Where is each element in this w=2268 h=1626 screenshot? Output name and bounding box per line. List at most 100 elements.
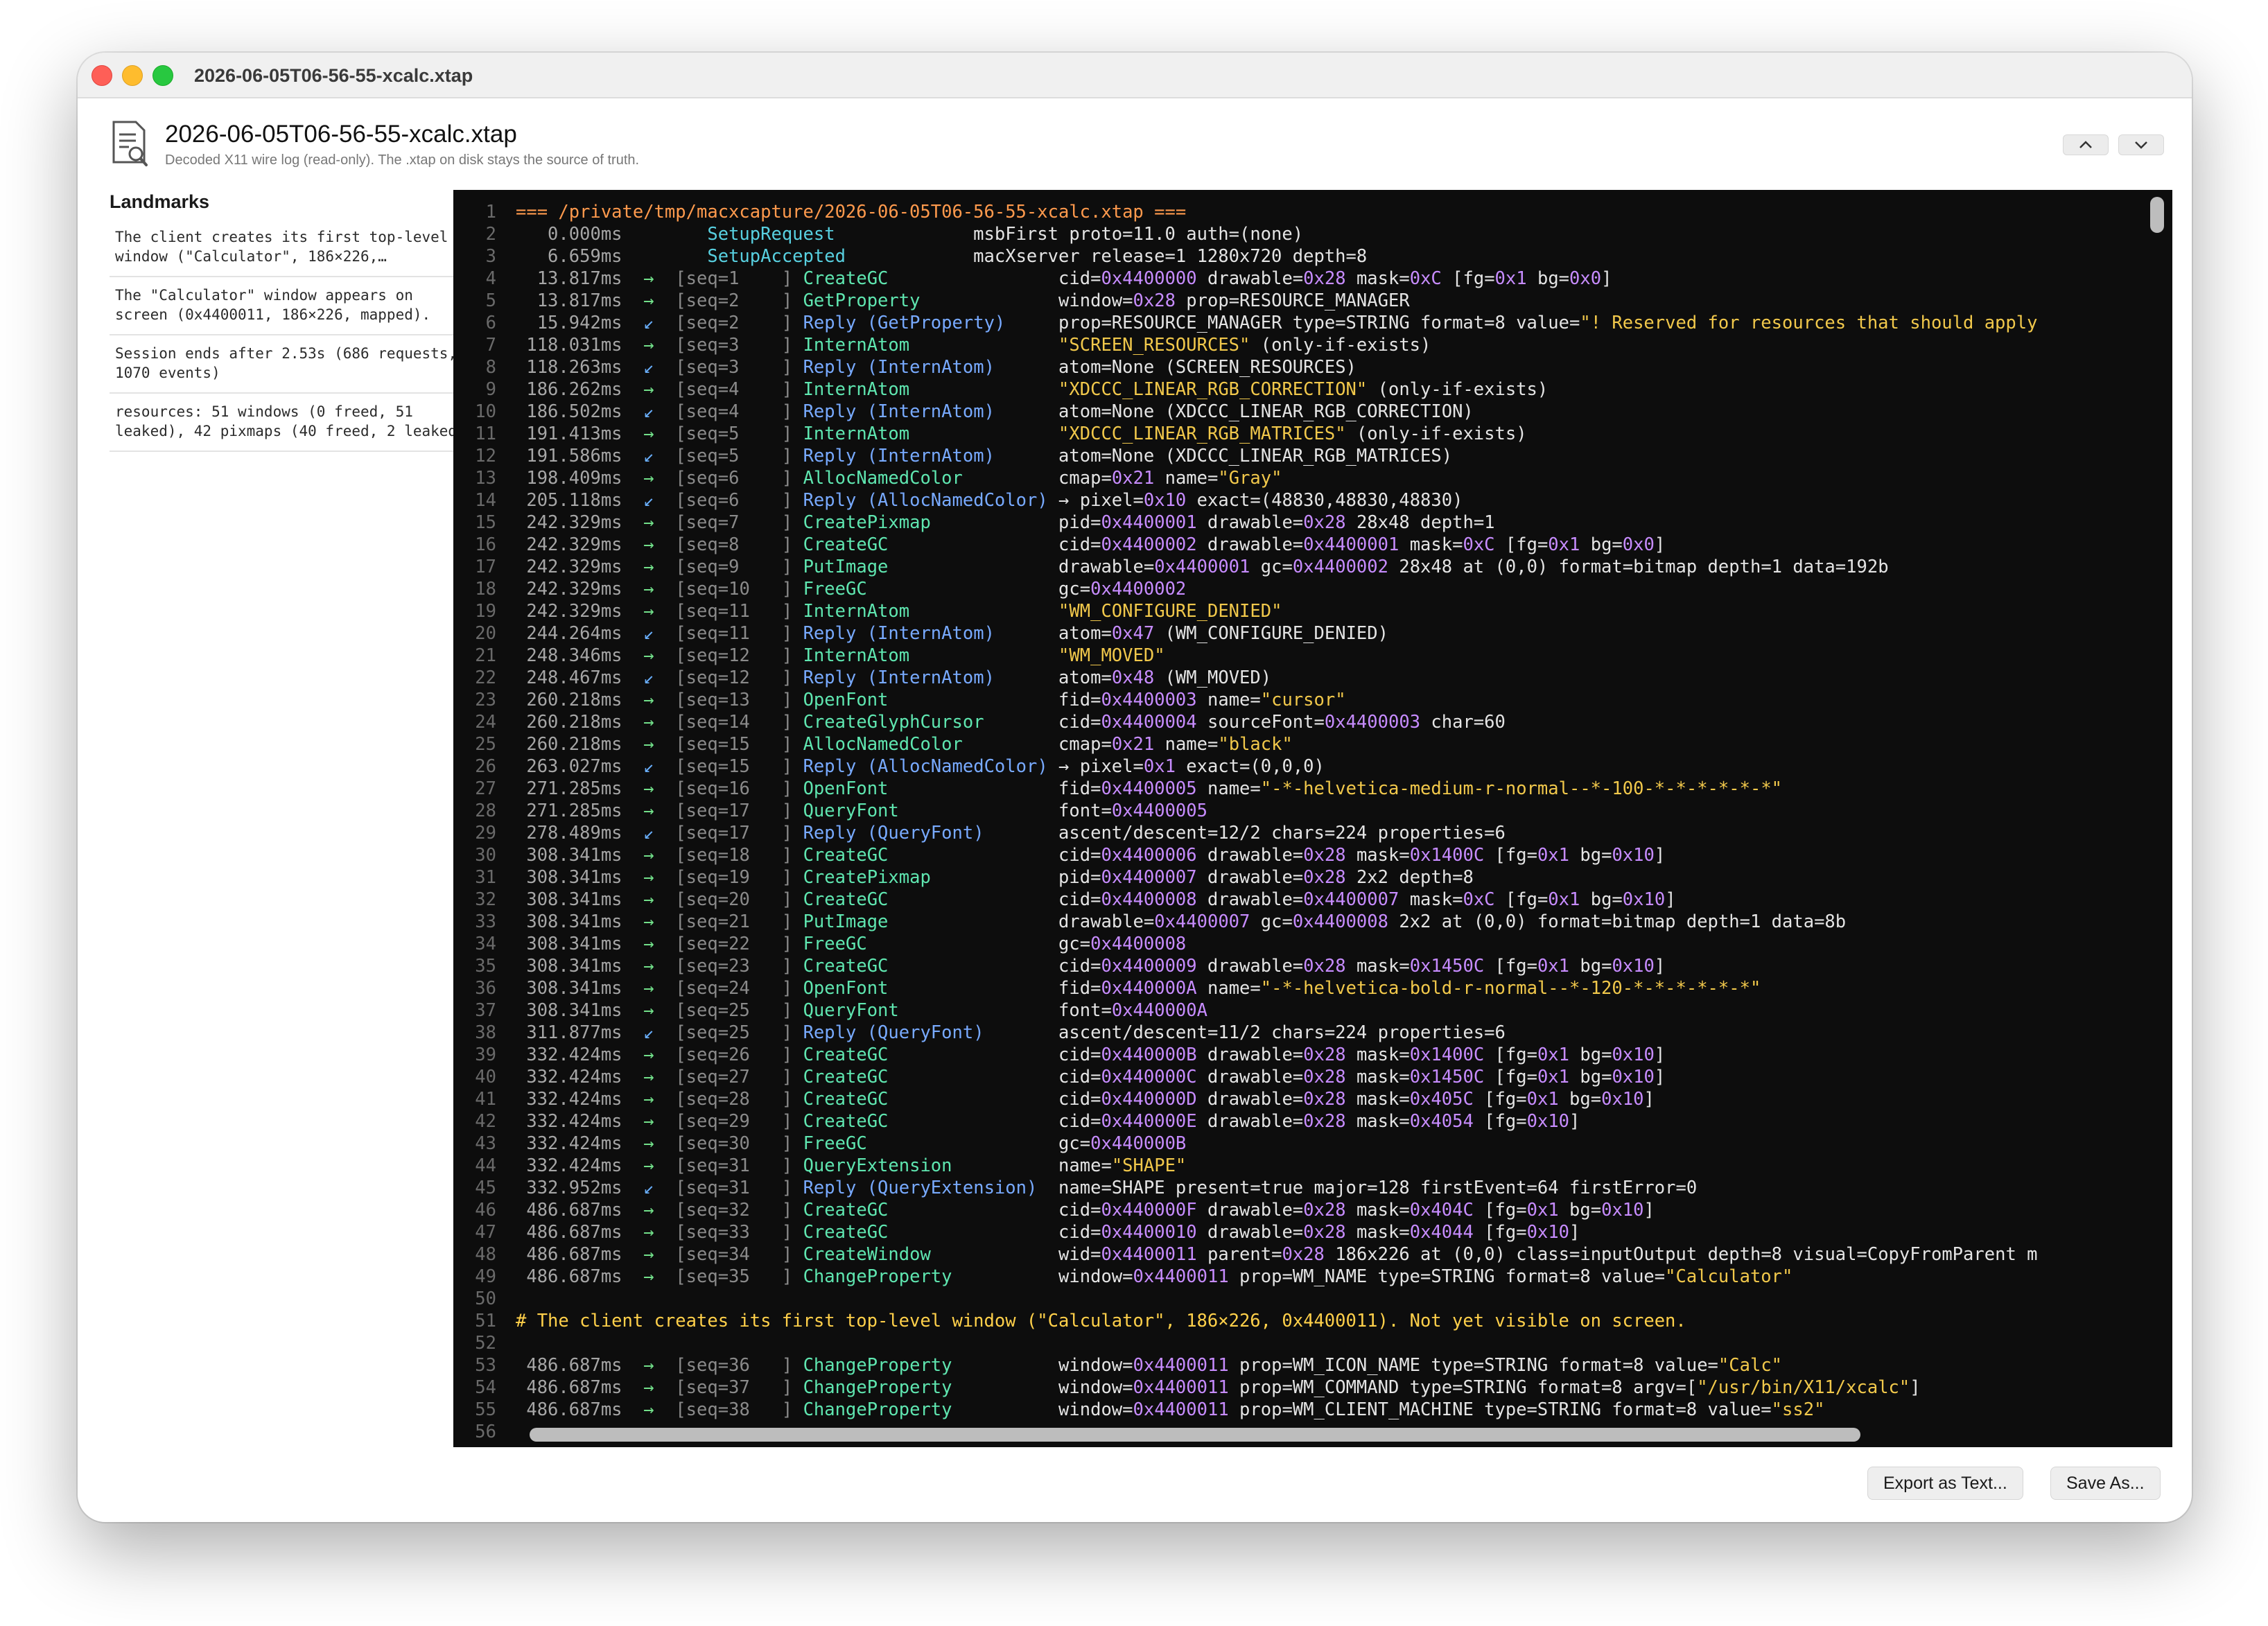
horizontal-scrollbar-track — [530, 1428, 2145, 1442]
log-line[interactable]: 8 118.263ms ↙ [seq=3 ] Reply (InternAtom… — [453, 356, 2145, 378]
log-line[interactable]: 39 332.424ms → [seq=26 ] CreateGC cid=0x… — [453, 1044, 2145, 1066]
log-line[interactable]: 26 263.027ms ↙ [seq=15 ] Reply (AllocNam… — [453, 755, 2145, 778]
log-line[interactable]: 17 242.329ms → [seq=9 ] PutImage drawabl… — [453, 556, 2145, 578]
log-line[interactable]: 11 191.413ms → [seq=5 ] InternAtom "XDCC… — [453, 423, 2145, 445]
previous-landmark-button[interactable] — [2063, 134, 2109, 155]
log-line[interactable]: 33 308.341ms → [seq=21 ] PutImage drawab… — [453, 911, 2145, 933]
log-hex-value: 0x28 — [1303, 268, 1346, 289]
log-line[interactable]: 29 278.489ms ↙ [seq=17 ] Reply (QueryFon… — [453, 822, 2145, 844]
landmark-item[interactable]: Session ends after 2.53s (686 requests, … — [110, 335, 477, 394]
log-line[interactable]: 4 13.817ms → [seq=1 ] CreateGC cid=0x440… — [453, 268, 2145, 290]
log-line[interactable]: 19 242.329ms → [seq=11 ] InternAtom "WM_… — [453, 600, 2145, 622]
line-number: 9 — [485, 379, 496, 400]
log-args: sourceFont= — [1196, 712, 1325, 733]
log-line[interactable]: 10 186.502ms ↙ [seq=4 ] Reply (InternAto… — [453, 401, 2145, 423]
log-hex-value: 0x4400006 — [1101, 845, 1197, 866]
log-line[interactable]: 5 13.817ms → [seq=2 ] GetProperty window… — [453, 290, 2145, 312]
log-view[interactable]: 1 === /private/tmp/macxcapture/2026-06-05… — [453, 190, 2172, 1447]
log-opcode: InternAtom — [803, 379, 1059, 400]
minimize-window-button[interactable] — [122, 65, 143, 86]
log-line[interactable]: 24 260.218ms → [seq=14 ] CreateGlyphCurs… — [453, 711, 2145, 733]
log-line[interactable]: 55 486.687ms → [seq=38 ] ChangeProperty … — [453, 1399, 2145, 1421]
log-line[interactable]: 1 === /private/tmp/macxcapture/2026-06-05… — [453, 201, 2145, 223]
log-line[interactable]: 34 308.341ms → [seq=22 ] FreeGC gc=0x440… — [453, 933, 2145, 955]
log-line[interactable]: 2 0.000ms SetupRequest msbFirst proto=11… — [453, 223, 2145, 245]
log-line[interactable]: 23 260.218ms → [seq=13 ] OpenFont fid=0x… — [453, 689, 2145, 711]
log-line[interactable]: 44 332.424ms → [seq=31 ] QueryExtension … — [453, 1155, 2145, 1177]
log-line[interactable]: 53 486.687ms → [seq=36 ] ChangeProperty … — [453, 1354, 2145, 1376]
log-line[interactable]: 35 308.341ms → [seq=23 ] CreateGC cid=0x… — [453, 955, 2145, 977]
log-line[interactable]: 30 308.341ms → [seq=18 ] CreateGC cid=0x… — [453, 844, 2145, 866]
log-seq: [seq=5 ] — [675, 423, 793, 444]
log-line[interactable]: 49 486.687ms → [seq=35 ] ChangeProperty … — [453, 1266, 2145, 1288]
log-line[interactable]: 18 242.329ms → [seq=10 ] FreeGC gc=0x440… — [453, 578, 2145, 600]
log-line[interactable]: 13 198.409ms → [seq=6 ] AllocNamedColor … — [453, 467, 2145, 489]
log-line[interactable]: 37 308.341ms → [seq=25 ] QueryFont font=… — [453, 999, 2145, 1022]
log-line[interactable]: 46 486.687ms → [seq=32 ] CreateGC cid=0x… — [453, 1199, 2145, 1221]
log-args: ] — [1643, 1200, 1655, 1221]
log-line[interactable]: 51 # The client creates its first top-lev… — [453, 1310, 2145, 1332]
log-line[interactable]: 40 332.424ms → [seq=27 ] CreateGC cid=0x… — [453, 1066, 2145, 1088]
log-line[interactable]: 28 271.285ms → [seq=17 ] QueryFont font=… — [453, 800, 2145, 822]
save-as-button[interactable]: Save As... — [2050, 1467, 2161, 1500]
log-line[interactable]: 52 — [453, 1332, 2145, 1354]
log-args: fid= — [1058, 778, 1101, 799]
log-timestamp: 486.687ms — [516, 1200, 622, 1221]
log-line[interactable]: 21 248.346ms → [seq=12 ] InternAtom "WM_… — [453, 645, 2145, 667]
landmark-item[interactable]: The client creates its first top-level w… — [110, 219, 477, 277]
log-args: gc= — [1250, 911, 1293, 932]
log-line[interactable]: 45 332.952ms ↙ [seq=31 ] Reply (QueryExt… — [453, 1177, 2145, 1199]
log-line[interactable]: 38 311.877ms ↙ [seq=25 ] Reply (QueryFon… — [453, 1022, 2145, 1044]
log-args: cid= — [1058, 1200, 1101, 1221]
landmark-item[interactable]: The "Calculator" window appears on scree… — [110, 277, 477, 335]
log-hex-value: 0x4044 — [1409, 1222, 1474, 1243]
log-hex-value: 0x21 — [1111, 468, 1155, 489]
log-line[interactable]: 12 191.586ms ↙ [seq=5 ] Reply (InternAto… — [453, 445, 2145, 467]
log-line[interactable]: 47 486.687ms → [seq=33 ] CreateGC cid=0x… — [453, 1221, 2145, 1243]
log-line[interactable]: 31 308.341ms → [seq=19 ] CreatePixmap pi… — [453, 866, 2145, 889]
line-number: 40 — [475, 1067, 496, 1087]
landmark-item[interactable]: resources: 51 windows (0 freed, 51 leake… — [110, 394, 477, 452]
log-args: drawable= — [1196, 1111, 1304, 1132]
log-line[interactable]: 41 332.424ms → [seq=28 ] CreateGC cid=0x… — [453, 1088, 2145, 1110]
log-timestamp: 308.341ms — [516, 845, 622, 866]
log-line[interactable]: 50 — [453, 1288, 2145, 1310]
log-line[interactable]: 15 242.329ms → [seq=7 ] CreatePixmap pid… — [453, 512, 2145, 534]
log-line[interactable]: 22 248.467ms ↙ [seq=12 ] Reply (InternAt… — [453, 667, 2145, 689]
title-bar[interactable]: 2026-06-05T06-56-55-xcalc.xtap — [78, 53, 2192, 98]
log-line[interactable]: 27 271.285ms → [seq=16 ] OpenFont fid=0x… — [453, 778, 2145, 800]
log-line[interactable]: 6 15.942ms ↙ [seq=2 ] Reply (GetProperty… — [453, 312, 2145, 334]
next-landmark-button[interactable] — [2118, 134, 2164, 155]
log-line[interactable]: 25 260.218ms → [seq=15 ] AllocNamedColor… — [453, 733, 2145, 755]
log-args: drawable= — [1196, 1044, 1304, 1065]
horizontal-scrollbar[interactable] — [530, 1428, 1860, 1442]
log-args: prop=RESOURCE_MANAGER type=STRING format… — [1058, 313, 1580, 333]
log-line[interactable]: 48 486.687ms → [seq=34 ] CreateWindow wi… — [453, 1243, 2145, 1266]
close-window-button[interactable] — [91, 65, 112, 86]
log-line[interactable]: 54 486.687ms → [seq=37 ] ChangeProperty … — [453, 1376, 2145, 1399]
log-hex-value: 0x1 — [1537, 1067, 1570, 1087]
log-args: [fg= — [1494, 889, 1549, 910]
log-line[interactable]: 9 186.262ms → [seq=4 ] InternAtom "XDCCC… — [453, 378, 2145, 401]
log-line[interactable]: 42 332.424ms → [seq=29 ] CreateGC cid=0x… — [453, 1110, 2145, 1133]
log-timestamp: 308.341ms — [516, 911, 622, 932]
log-args: mask= — [1399, 889, 1463, 910]
log-line[interactable]: 16 242.329ms → [seq=8 ] CreateGC cid=0x4… — [453, 534, 2145, 556]
export-as-text-button[interactable]: Export as Text... — [1867, 1467, 2023, 1500]
log-line[interactable]: 14 205.118ms ↙ [seq=6 ] Reply (AllocName… — [453, 489, 2145, 512]
log-args: exact=(0,0,0) — [1175, 756, 1325, 777]
log-line[interactable]: 20 244.264ms ↙ [seq=11 ] Reply (InternAt… — [453, 622, 2145, 645]
log-line[interactable]: 7 118.031ms → [seq=3 ] InternAtom "SCREE… — [453, 334, 2145, 356]
line-number: 34 — [475, 934, 496, 954]
zoom-window-button[interactable] — [152, 65, 173, 86]
line-number: 20 — [475, 623, 496, 644]
log-args: cid= — [1058, 889, 1101, 910]
log-line[interactable]: 32 308.341ms → [seq=20 ] CreateGC cid=0x… — [453, 889, 2145, 911]
vertical-scrollbar[interactable] — [2150, 197, 2164, 233]
log-line[interactable]: 43 332.424ms → [seq=30 ] FreeGC gc=0x440… — [453, 1133, 2145, 1155]
log-args: prop=RESOURCE_MANAGER — [1175, 290, 1410, 311]
log-line[interactable]: 36 308.341ms → [seq=24 ] OpenFont fid=0x… — [453, 977, 2145, 999]
log-line[interactable]: 3 6.659ms SetupAccepted macXserver relea… — [453, 245, 2145, 268]
log-args: bg= — [1580, 534, 1623, 555]
request-arrow-icon: → — [643, 1355, 654, 1376]
